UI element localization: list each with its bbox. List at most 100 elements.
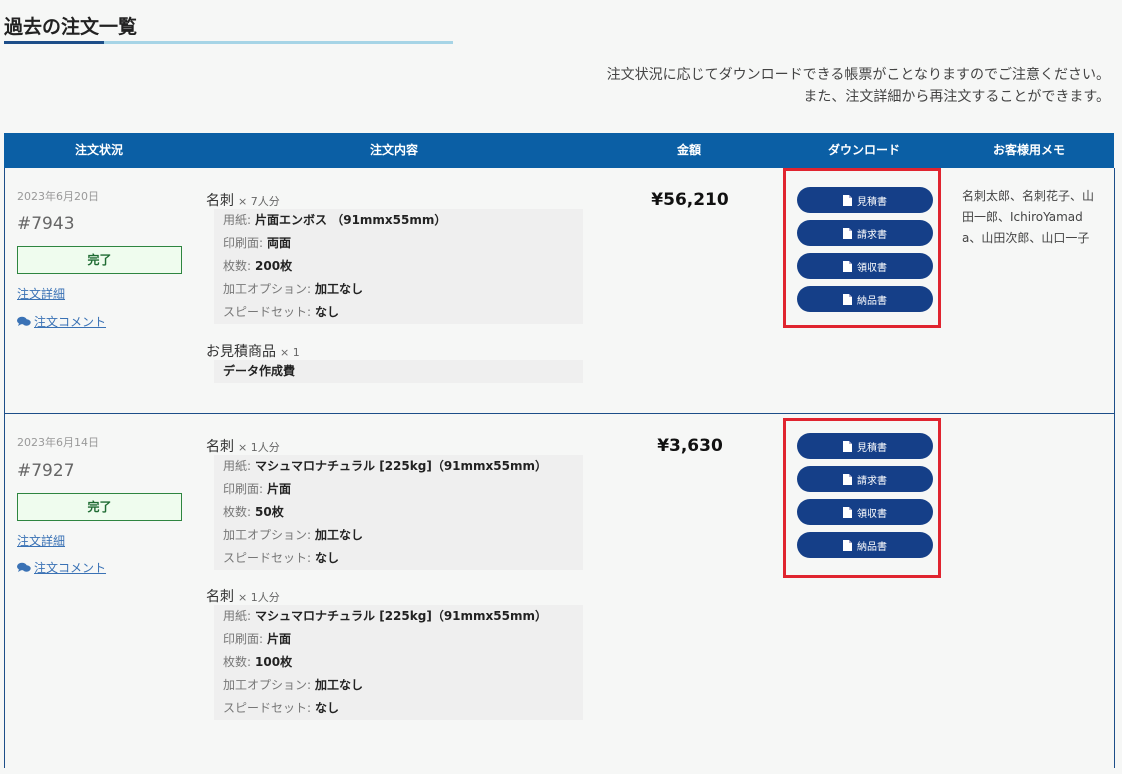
page-title: 過去の注文一覧	[4, 16, 138, 38]
document-icon	[843, 539, 852, 551]
spec-row-quantity: 枚数: 200枚	[214, 255, 583, 278]
spec-value: なし	[315, 551, 340, 565]
spec-value: 50枚	[255, 505, 284, 519]
notice-line: また、注文詳細から再注文することができます。	[803, 89, 1110, 105]
spec-row-print-side: 印刷面: 片面	[214, 628, 583, 651]
spec-value: 片面エンボス （91mmx55mm）	[255, 213, 447, 227]
spec-row-speed-set: スピードセット: なし	[214, 301, 583, 324]
item-quantity: × 1	[280, 346, 300, 359]
spec-label: 枚数:	[223, 505, 252, 519]
download-estimate-button[interactable]: 見積書	[797, 187, 933, 213]
title-underline	[4, 41, 453, 44]
order-number: #7927	[17, 461, 75, 481]
spec-value: 両面	[267, 236, 292, 250]
spec-label: スピードセット:	[223, 305, 312, 319]
spec-row-speed-set: スピードセット: なし	[214, 697, 583, 720]
spec-value: なし	[315, 701, 340, 715]
spec-label: 印刷面:	[223, 632, 264, 646]
order-comment-link[interactable]: 注文コメント	[17, 559, 106, 576]
download-button-label: 請求書	[857, 229, 887, 241]
download-invoice-button[interactable]: 請求書	[797, 466, 933, 492]
estimate-item-title: お見積商品 × 1	[206, 341, 300, 361]
order-amount: ¥56,210	[651, 190, 729, 210]
spec-row-paper: 用紙: マシュマロナチュラル [225kg]（91mmx55mm）	[214, 605, 583, 628]
spec-row-processing: 加工オプション: 加工なし	[214, 524, 583, 547]
comment-link-label: 注文コメント	[34, 561, 107, 575]
column-header-download: ダウンロード	[827, 143, 900, 157]
item-spec-list: 用紙: マシュマロナチュラル [225kg]（91mmx55mm） 印刷面: 片面 …	[214, 605, 583, 720]
download-button-label: 納品書	[857, 295, 887, 307]
column-header-memo: お客様用メモ	[992, 143, 1065, 157]
notice-line: 注文状況に応じてダウンロードできる帳票がことなりますのでご注意ください。	[606, 67, 1110, 83]
column-header-amount: 金額	[676, 143, 701, 157]
spec-value: 片面	[267, 632, 292, 646]
download-button-label: 見積書	[857, 442, 887, 454]
download-invoice-button[interactable]: 請求書	[797, 220, 933, 246]
order-detail-link[interactable]: 注文詳細	[17, 532, 65, 549]
item-name: 名刺	[206, 439, 234, 455]
document-icon	[843, 506, 852, 518]
document-icon	[843, 260, 852, 272]
spec-value: なし	[315, 305, 340, 319]
spec-label: 加工オプション:	[223, 282, 312, 296]
document-icon	[843, 440, 852, 452]
download-button-label: 見積書	[857, 196, 887, 208]
item-title: 名刺 × 7人分	[206, 190, 280, 210]
document-icon	[843, 473, 852, 485]
spec-value: 200枚	[255, 259, 293, 273]
column-header-status: 注文状況	[74, 143, 123, 157]
orders-table: 2023年6月20日 #7943 完了 注文詳細 注文コメント 名刺 × 7人分 …	[4, 168, 1115, 768]
comment-icon	[17, 316, 31, 326]
order-number: #7943	[17, 214, 75, 234]
download-receipt-button[interactable]: 領収書	[797, 499, 933, 525]
spec-label: スピードセット:	[223, 701, 312, 715]
spec-value: 加工なし	[315, 528, 364, 542]
comment-icon	[17, 562, 31, 572]
download-estimate-button[interactable]: 見積書	[797, 433, 933, 459]
item-spec-list: 用紙: マシュマロナチュラル [225kg]（91mmx55mm） 印刷面: 片面 …	[214, 455, 583, 570]
spec-label: 用紙:	[223, 609, 252, 623]
download-buttons-group: 見積書 請求書 領収書 納品書	[783, 418, 941, 578]
item-spec-list: 用紙: 片面エンボス （91mmx55mm） 印刷面: 両面 枚数: 200枚 加工オ…	[214, 209, 583, 324]
spec-label: 用紙:	[223, 213, 252, 227]
spec-label: スピードセット:	[223, 551, 312, 565]
download-button-label: 領収書	[857, 508, 887, 520]
order-date: 2023年6月14日	[17, 436, 99, 449]
document-icon	[843, 227, 852, 239]
item-quantity: × 1人分	[238, 591, 280, 604]
download-buttons-group: 見積書 請求書 領収書 納品書	[783, 168, 941, 328]
spec-row-processing: 加工オプション: 加工なし	[214, 278, 583, 301]
item-title: 名刺 × 1人分	[206, 436, 280, 456]
download-delivery-button[interactable]: 納品書	[797, 286, 933, 312]
order-amount: ¥3,630	[657, 436, 723, 456]
download-delivery-button[interactable]: 納品書	[797, 532, 933, 558]
spec-row-quantity: 枚数: 50枚	[214, 501, 583, 524]
spec-label: 加工オプション:	[223, 678, 312, 692]
spec-value: マシュマロナチュラル [225kg]（91mmx55mm）	[255, 609, 547, 623]
customer-memo: 名刺太郎、名刺花子、山田一郎、IchiroYamada、山田次郎、山口一子	[962, 189, 1095, 245]
spec-row-speed-set: スピードセット: なし	[214, 547, 583, 570]
order-detail-link[interactable]: 注文詳細	[17, 285, 65, 302]
spec-label: 枚数:	[223, 655, 252, 669]
spec-value: 加工なし	[315, 678, 364, 692]
item-quantity: × 1人分	[238, 441, 280, 454]
spec-row-print-side: 印刷面: 片面	[214, 478, 583, 501]
spec-label: 印刷面:	[223, 236, 264, 250]
document-icon	[843, 293, 852, 305]
spec-value: 100枚	[255, 655, 293, 669]
estimate-item-detail: データ作成費	[214, 360, 583, 383]
spec-label: 用紙:	[223, 459, 252, 473]
download-button-label: 領収書	[857, 262, 887, 274]
status-badge: 完了	[17, 246, 182, 274]
item-title: 名刺 × 1人分	[206, 586, 280, 606]
download-receipt-button[interactable]: 領収書	[797, 253, 933, 279]
spec-row-print-side: 印刷面: 両面	[214, 232, 583, 255]
spec-value: 片面	[267, 482, 292, 496]
spec-label: 印刷面:	[223, 482, 264, 496]
item-name: 名刺	[206, 589, 234, 605]
spec-label: 加工オプション:	[223, 528, 312, 542]
order-comment-link[interactable]: 注文コメント	[17, 313, 106, 330]
status-badge: 完了	[17, 493, 182, 521]
spec-value: マシュマロナチュラル [225kg]（91mmx55mm）	[255, 459, 547, 473]
notice-text: 注文状況に応じてダウンロードできる帳票がことなりますのでご注意ください。 また、…	[607, 64, 1110, 108]
